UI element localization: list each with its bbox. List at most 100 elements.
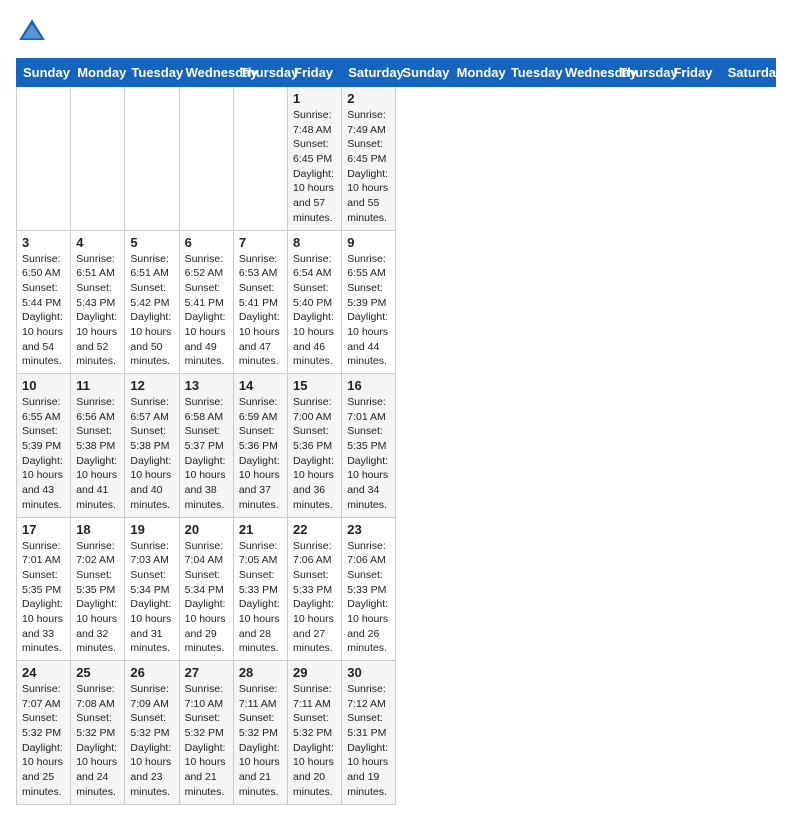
logo (16, 16, 52, 48)
calendar-header-row: SundayMondayTuesdayWednesdayThursdayFrid… (17, 59, 776, 87)
calendar-cell: 7 Sunrise: 6:53 AM Sunset: 5:41 PM Daylig… (233, 230, 287, 374)
day-info: Sunrise: 7:02 AM Sunset: 5:35 PM Dayligh… (76, 539, 119, 657)
day-info: Sunrise: 7:06 AM Sunset: 5:33 PM Dayligh… (347, 539, 390, 657)
day-number: 8 (293, 235, 336, 250)
day-info: Sunrise: 7:00 AM Sunset: 5:36 PM Dayligh… (293, 395, 336, 513)
day-number: 22 (293, 522, 336, 537)
header-wednesday: Wednesday (179, 59, 233, 87)
day-number: 4 (76, 235, 119, 250)
calendar-table: SundayMondayTuesdayWednesdayThursdayFrid… (16, 58, 776, 805)
day-info: Sunrise: 7:05 AM Sunset: 5:33 PM Dayligh… (239, 539, 282, 657)
calendar-cell: 15 Sunrise: 7:00 AM Sunset: 5:36 PM Dayli… (288, 374, 342, 518)
calendar-cell: 2Sunrise: 7:49 AM Sunset: 6:45 PM Daylig… (342, 87, 396, 231)
day-number: 27 (185, 665, 228, 680)
calendar-cell: 11 Sunrise: 6:56 AM Sunset: 5:38 PM Dayli… (71, 374, 125, 518)
day-number: 16 (347, 378, 390, 393)
day-number: 12 (130, 378, 173, 393)
calendar-cell (233, 87, 287, 231)
calendar-cell: 17 Sunrise: 7:01 AM Sunset: 5:35 PM Dayli… (17, 517, 71, 661)
day-info: Sunrise: 7:09 AM Sunset: 5:32 PM Dayligh… (130, 682, 173, 800)
header-thursday: Thursday (233, 59, 287, 87)
day-number: 13 (185, 378, 228, 393)
header-friday: Friday (288, 59, 342, 87)
weekday-header-tuesday: Tuesday (504, 59, 558, 87)
weekday-header-saturday: Saturday (721, 59, 775, 87)
calendar-cell: 8 Sunrise: 6:54 AM Sunset: 5:40 PM Daylig… (288, 230, 342, 374)
day-info: Sunrise: 7:01 AM Sunset: 5:35 PM Dayligh… (22, 539, 65, 657)
day-info: Sunrise: 6:55 AM Sunset: 5:39 PM Dayligh… (22, 395, 65, 513)
day-number: 10 (22, 378, 65, 393)
day-info: Sunrise: 7:12 AM Sunset: 5:31 PM Dayligh… (347, 682, 390, 800)
calendar-week-row: 3 Sunrise: 6:50 AM Sunset: 5:44 PM Daylig… (17, 230, 776, 374)
calendar-week-row: 1 Sunrise: 7:48 AM Sunset: 6:45 PM Daylig… (17, 87, 776, 231)
calendar-cell: 27 Sunrise: 7:10 AM Sunset: 5:32 PM Dayli… (179, 661, 233, 805)
calendar-cell (125, 87, 179, 231)
day-number: 15 (293, 378, 336, 393)
day-info: Sunrise: 6:58 AM Sunset: 5:37 PM Dayligh… (185, 395, 228, 513)
day-info: Sunrise: 6:57 AM Sunset: 5:38 PM Dayligh… (130, 395, 173, 513)
header-sunday: Sunday (17, 59, 71, 87)
calendar-cell (17, 87, 71, 231)
calendar-cell: 22 Sunrise: 7:06 AM Sunset: 5:33 PM Dayli… (288, 517, 342, 661)
calendar-cell: 16 Sunrise: 7:01 AM Sunset: 5:35 PM Dayli… (342, 374, 396, 518)
weekday-header-monday: Monday (450, 59, 504, 87)
day-number: 6 (185, 235, 228, 250)
day-number: 9 (347, 235, 390, 250)
day-info: Sunrise: 6:55 AM Sunset: 5:39 PM Dayligh… (347, 252, 390, 370)
day-info: Sunrise: 6:51 AM Sunset: 5:42 PM Dayligh… (130, 252, 173, 370)
day-info: Sunrise: 6:56 AM Sunset: 5:38 PM Dayligh… (76, 395, 119, 513)
day-number: 7 (239, 235, 282, 250)
calendar-cell: 29 Sunrise: 7:11 AM Sunset: 5:32 PM Dayli… (288, 661, 342, 805)
calendar-cell (71, 87, 125, 231)
calendar-cell: 26 Sunrise: 7:09 AM Sunset: 5:32 PM Dayli… (125, 661, 179, 805)
calendar-cell: 25Sunrise: 7:08 AM Sunset: 5:32 PM Dayli… (71, 661, 125, 805)
day-info: Sunrise: 6:50 AM Sunset: 5:44 PM Dayligh… (22, 252, 65, 370)
day-info: Sunrise: 7:49 AM Sunset: 6:45 PM Dayligh… (347, 108, 390, 226)
day-number: 26 (130, 665, 173, 680)
day-number: 25 (76, 665, 119, 680)
day-number: 21 (239, 522, 282, 537)
day-info: Sunrise: 7:06 AM Sunset: 5:33 PM Dayligh… (293, 539, 336, 657)
day-number: 23 (347, 522, 390, 537)
day-number: 30 (347, 665, 390, 680)
calendar-cell: 6 Sunrise: 6:52 AM Sunset: 5:41 PM Daylig… (179, 230, 233, 374)
day-number: 3 (22, 235, 65, 250)
header-monday: Monday (71, 59, 125, 87)
day-number: 1 (293, 91, 336, 106)
weekday-header-wednesday: Wednesday (559, 59, 613, 87)
day-info: Sunrise: 7:10 AM Sunset: 5:32 PM Dayligh… (185, 682, 228, 800)
day-info: Sunrise: 7:48 AM Sunset: 6:45 PM Dayligh… (293, 108, 336, 226)
calendar-week-row: 24 Sunrise: 7:07 AM Sunset: 5:32 PM Dayli… (17, 661, 776, 805)
day-info: Sunrise: 7:11 AM Sunset: 5:32 PM Dayligh… (293, 682, 336, 800)
calendar-cell: 30 Sunrise: 7:12 AM Sunset: 5:31 PM Dayli… (342, 661, 396, 805)
day-number: 28 (239, 665, 282, 680)
day-info: Sunrise: 7:01 AM Sunset: 5:35 PM Dayligh… (347, 395, 390, 513)
day-number: 17 (22, 522, 65, 537)
day-info: Sunrise: 7:04 AM Sunset: 5:34 PM Dayligh… (185, 539, 228, 657)
day-info: Sunrise: 6:59 AM Sunset: 5:36 PM Dayligh… (239, 395, 282, 513)
day-info: Sunrise: 7:07 AM Sunset: 5:32 PM Dayligh… (22, 682, 65, 800)
calendar-week-row: 10 Sunrise: 6:55 AM Sunset: 5:39 PM Dayli… (17, 374, 776, 518)
day-number: 29 (293, 665, 336, 680)
day-number: 24 (22, 665, 65, 680)
calendar-cell: 3 Sunrise: 6:50 AM Sunset: 5:44 PM Daylig… (17, 230, 71, 374)
calendar-cell (179, 87, 233, 231)
calendar-cell: 20Sunrise: 7:04 AM Sunset: 5:34 PM Dayli… (179, 517, 233, 661)
day-info: Sunrise: 6:52 AM Sunset: 5:41 PM Dayligh… (185, 252, 228, 370)
calendar-cell: 19Sunrise: 7:03 AM Sunset: 5:34 PM Dayli… (125, 517, 179, 661)
day-number: 11 (76, 378, 119, 393)
calendar-cell: 24 Sunrise: 7:07 AM Sunset: 5:32 PM Dayli… (17, 661, 71, 805)
calendar-week-row: 17 Sunrise: 7:01 AM Sunset: 5:35 PM Dayli… (17, 517, 776, 661)
day-number: 18 (76, 522, 119, 537)
day-number: 14 (239, 378, 282, 393)
day-info: Sunrise: 6:53 AM Sunset: 5:41 PM Dayligh… (239, 252, 282, 370)
calendar-cell: 23 Sunrise: 7:06 AM Sunset: 5:33 PM Dayli… (342, 517, 396, 661)
calendar-cell: 13 Sunrise: 6:58 AM Sunset: 5:37 PM Dayli… (179, 374, 233, 518)
logo-icon (16, 16, 48, 48)
calendar-cell: 28Sunrise: 7:11 AM Sunset: 5:32 PM Dayli… (233, 661, 287, 805)
day-info: Sunrise: 6:54 AM Sunset: 5:40 PM Dayligh… (293, 252, 336, 370)
calendar-cell: 1 Sunrise: 7:48 AM Sunset: 6:45 PM Daylig… (288, 87, 342, 231)
header-saturday: Saturday (342, 59, 396, 87)
calendar-cell: 14 Sunrise: 6:59 AM Sunset: 5:36 PM Dayli… (233, 374, 287, 518)
day-info: Sunrise: 6:51 AM Sunset: 5:43 PM Dayligh… (76, 252, 119, 370)
